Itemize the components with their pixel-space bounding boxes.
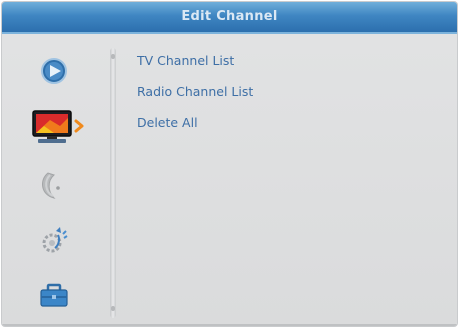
page-title: Edit Channel bbox=[181, 9, 278, 24]
menu-item-radio-channel-list[interactable]: Radio Channel List bbox=[137, 84, 253, 99]
selection-arrow-icon bbox=[74, 119, 84, 133]
tv-channel-icon[interactable] bbox=[30, 108, 84, 146]
title-bar: Edit Channel bbox=[2, 2, 457, 34]
menu-item-delete-all[interactable]: Delete All bbox=[137, 115, 198, 130]
menu-item-tv-channel-list[interactable]: TV Channel List bbox=[137, 53, 234, 68]
satellite-dish-icon[interactable] bbox=[34, 168, 74, 202]
tv-screen-frame: Edit Channel TV Channel List Radio Chann… bbox=[0, 0, 461, 331]
bottom-border bbox=[2, 324, 457, 326]
settings-gear-icon[interactable] bbox=[34, 224, 74, 258]
media-play-icon[interactable] bbox=[34, 54, 74, 88]
vertical-divider bbox=[110, 48, 116, 318]
osd-menu-screen: Edit Channel TV Channel List Radio Chann… bbox=[2, 2, 457, 326]
category-sidebar bbox=[22, 42, 100, 312]
toolbox-icon[interactable] bbox=[34, 278, 74, 312]
